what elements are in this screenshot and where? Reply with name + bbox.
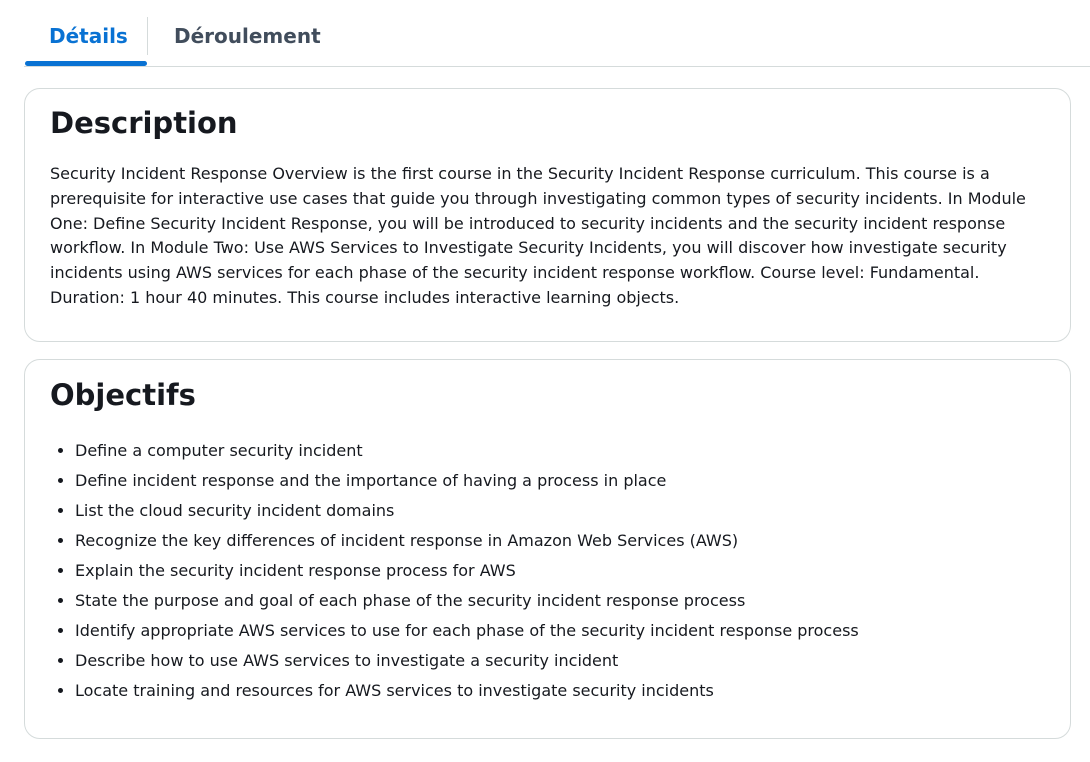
objective-item: Define incident response and the importa… bbox=[75, 466, 859, 496]
tab-bar: Détails Déroulement bbox=[24, 0, 1090, 67]
tab-divider bbox=[147, 17, 148, 55]
objective-item: Explain the security incident response p… bbox=[75, 556, 859, 586]
objective-item: Describe how to use AWS services to inve… bbox=[75, 646, 859, 676]
objective-item: List the cloud security incident domains bbox=[75, 496, 859, 526]
active-tab-indicator bbox=[25, 61, 147, 66]
description-text: Security Incident Response Overview is t… bbox=[50, 164, 1026, 307]
objective-item: Define a computer security incident bbox=[75, 436, 859, 466]
objective-item: Recognize the key differences of inciden… bbox=[75, 526, 859, 556]
description-card: Description Security Incident Response O… bbox=[24, 88, 1071, 342]
objectives-title: Objectifs bbox=[50, 378, 196, 412]
objective-item: Identify appropriate AWS services to use… bbox=[75, 616, 859, 646]
objective-item: Locate training and resources for AWS se… bbox=[75, 676, 859, 706]
tab-deroulement[interactable]: Déroulement bbox=[174, 22, 321, 50]
description-title: Description bbox=[50, 106, 238, 140]
objective-item: State the purpose and goal of each phase… bbox=[75, 586, 859, 616]
objectives-card: Objectifs Define a computer security inc… bbox=[24, 359, 1071, 739]
tab-details[interactable]: Détails bbox=[49, 22, 128, 50]
objectives-list: Define a computer security incident Defi… bbox=[50, 436, 859, 706]
